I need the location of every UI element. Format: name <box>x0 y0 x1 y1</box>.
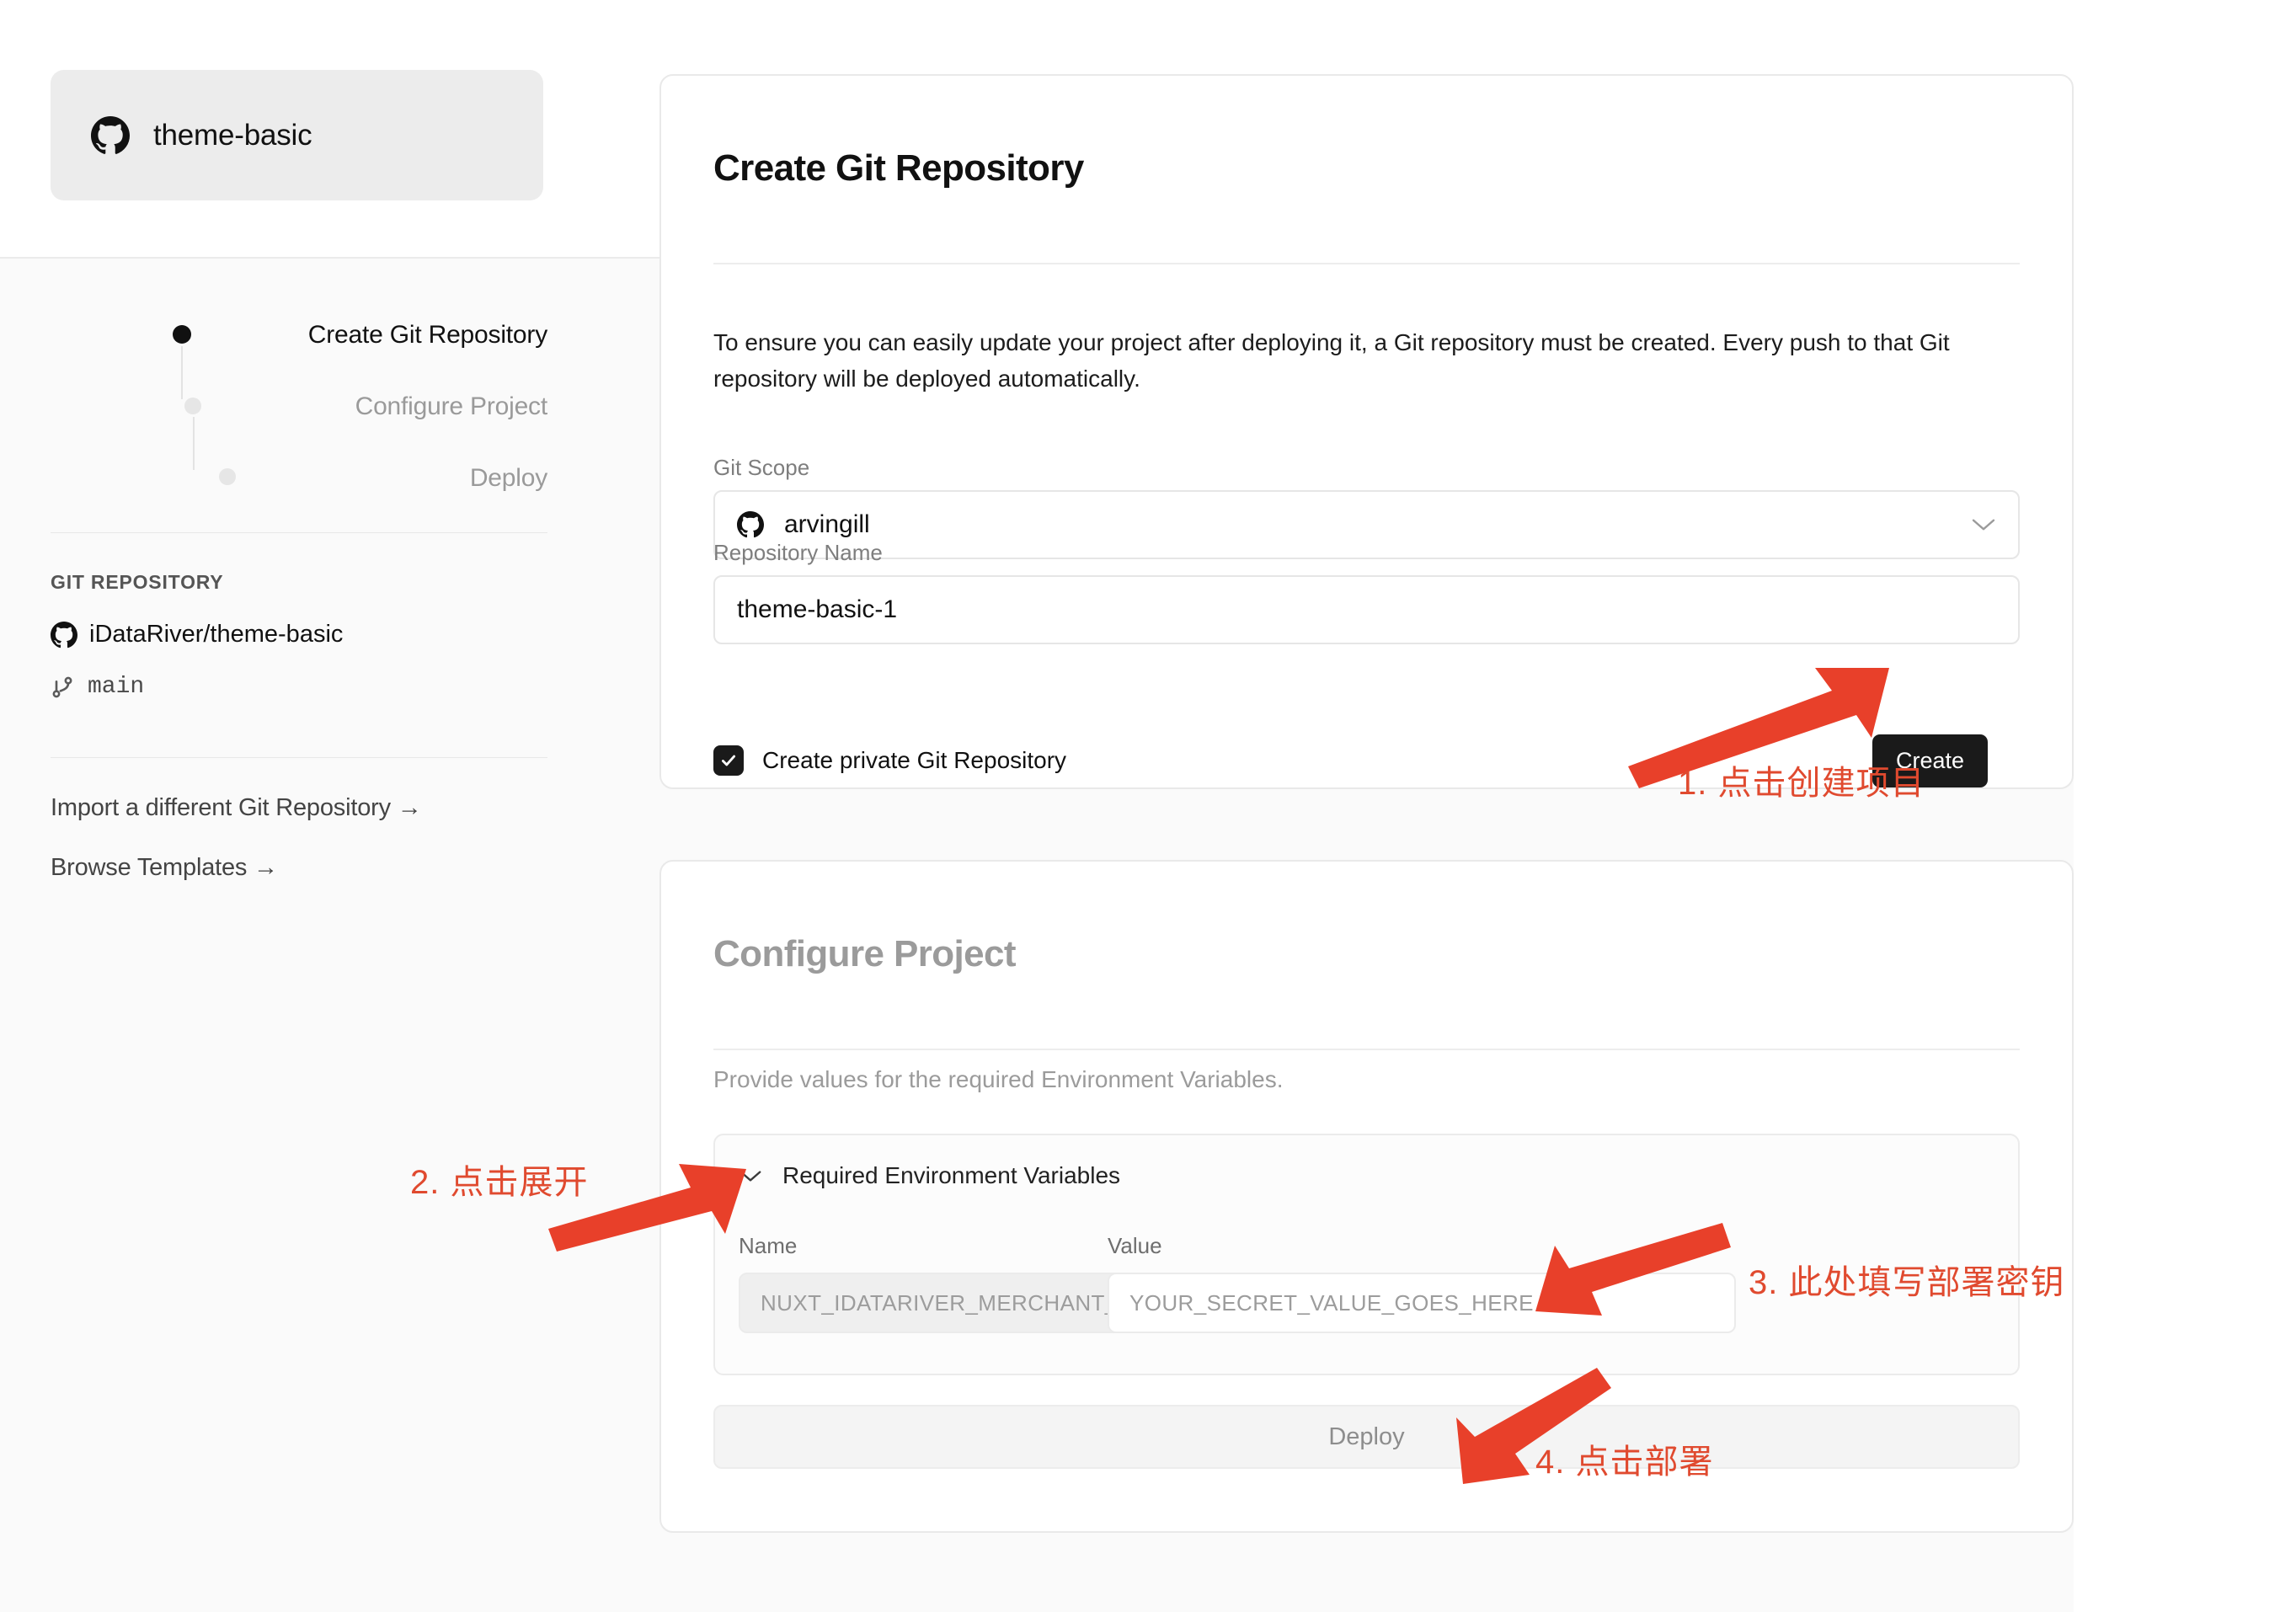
git-repository-path-label: iDataRiver/theme-basic <box>89 621 344 648</box>
sidebar-divider <box>51 757 547 758</box>
git-scope-value: arvingill <box>784 510 870 538</box>
browse-templates-link[interactable]: Browse Templates → <box>51 854 278 882</box>
card-title: Configure Project <box>713 933 1017 974</box>
step-connector <box>193 417 195 470</box>
github-icon <box>91 115 130 155</box>
env-column-header-name: Name <box>739 1233 798 1258</box>
page-root: theme-basic Create Git Repository Config… <box>0 0 2296 1612</box>
page-background-right <box>2074 0 2296 1612</box>
create-button[interactable]: Create <box>1872 734 1988 787</box>
github-icon <box>51 621 77 649</box>
deploy-button[interactable]: Deploy <box>713 1405 2020 1469</box>
git-repository-caption: GIT REPOSITORY <box>51 571 224 593</box>
required-env-variables-toggle[interactable]: Required Environment Variables <box>739 1162 1120 1189</box>
step-connector <box>181 346 183 399</box>
step-deploy[interactable]: Deploy <box>51 442 547 514</box>
import-different-repo-link[interactable]: Import a different Git Repository → <box>51 794 422 822</box>
github-icon <box>737 511 764 538</box>
step-dot-active <box>173 325 191 344</box>
private-repo-checkbox-row[interactable]: Create private Git Repository <box>713 745 1066 776</box>
required-env-variables-panel: Required Environment Variables Name Valu… <box>713 1134 2020 1375</box>
env-column-header-value: Value <box>1108 1233 1162 1258</box>
step-label: Configure Project <box>355 392 548 420</box>
repository-name-label: Repository Name <box>713 540 883 565</box>
progress-steps: Create Git Repository Configure Project … <box>51 299 547 514</box>
card-divider <box>713 263 2020 264</box>
git-scope-select[interactable]: arvingill <box>713 490 2020 559</box>
repository-name-value: theme-basic-1 <box>737 595 898 623</box>
required-env-variables-label: Required Environment Variables <box>782 1162 1121 1188</box>
checkbox-checked-icon[interactable] <box>713 745 744 776</box>
git-branch-name: main <box>88 674 145 700</box>
chevron-down-icon <box>1971 517 1996 532</box>
step-configure-project[interactable]: Configure Project <box>51 371 548 442</box>
env-variable-value-input[interactable]: YOUR_SECRET_VALUE_GOES_HERE <box>1108 1273 1736 1333</box>
git-branch-icon <box>51 675 74 700</box>
step-label: Deploy <box>469 463 547 492</box>
git-repository-path[interactable]: iDataRiver/theme-basic <box>51 621 343 649</box>
git-scope-label: Git Scope <box>713 455 810 480</box>
configure-project-card: Configure Project Provide values for the… <box>659 860 2074 1533</box>
card-description: Provide values for the required Environm… <box>713 1066 1284 1092</box>
card-divider <box>713 1049 2020 1050</box>
repository-name-input[interactable]: theme-basic-1 <box>713 575 2020 644</box>
step-label: Create Git Repository <box>307 320 547 349</box>
git-branch-row: main <box>51 674 144 700</box>
step-create-git-repository[interactable]: Create Git Repository <box>51 299 547 371</box>
repo-chip-label: theme-basic <box>153 118 312 152</box>
repo-chip[interactable]: theme-basic <box>51 70 543 200</box>
step-dot-pending <box>219 468 236 485</box>
card-description: To ensure you can easily update your pro… <box>713 329 1950 392</box>
chevron-down-icon <box>739 1169 762 1183</box>
sidebar-divider <box>51 532 547 533</box>
create-git-repository-card: Create Git Repository To ensure you can … <box>659 74 2074 789</box>
step-dot-pending <box>184 398 201 414</box>
private-repo-checkbox-label: Create private Git Repository <box>762 747 1067 773</box>
card-title: Create Git Repository <box>713 147 1084 189</box>
